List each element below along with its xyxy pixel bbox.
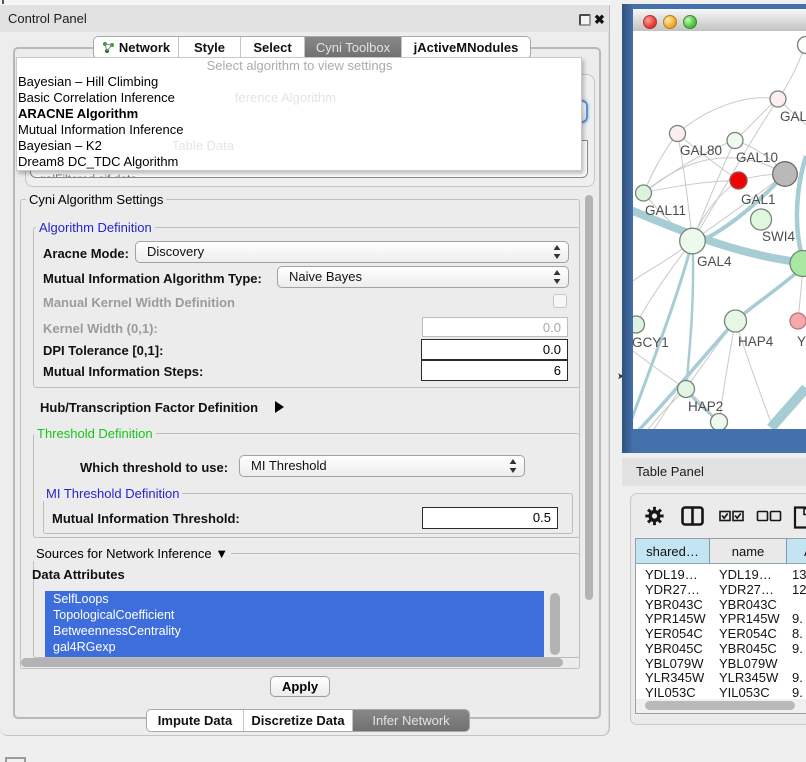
- svg-text:GAL10: GAL10: [736, 150, 778, 165]
- svg-text:GAL11: GAL11: [645, 203, 686, 218]
- svg-text:HAP2: HAP2: [688, 399, 723, 414]
- svg-text:GAL80: GAL80: [680, 143, 722, 158]
- svg-text:GAL: GAL: [780, 109, 806, 124]
- svg-text:SWI4: SWI4: [762, 229, 795, 244]
- svg-text:Y: Y: [797, 334, 806, 349]
- svg-text:GAL4: GAL4: [697, 254, 732, 269]
- svg-text:HAP4: HAP4: [738, 334, 774, 349]
- svg-text:GCY1: GCY1: [633, 335, 669, 350]
- svg-text:GAL1: GAL1: [741, 192, 776, 207]
